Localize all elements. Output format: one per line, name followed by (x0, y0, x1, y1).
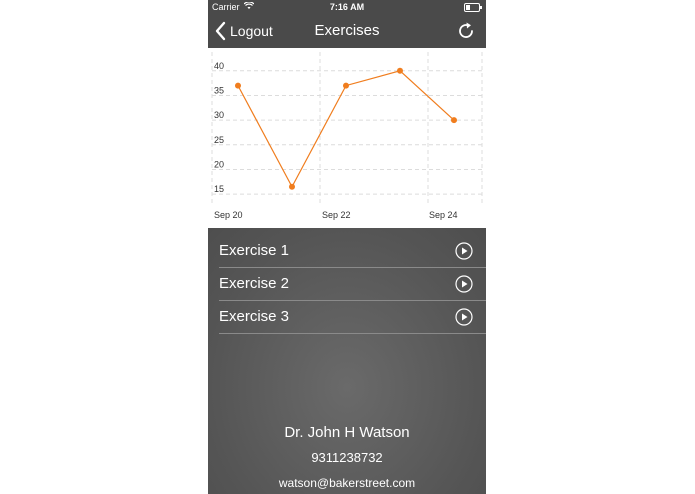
navigation-bar: Logout Exercises (208, 14, 486, 48)
battery-icon (464, 3, 482, 12)
logout-button[interactable]: Logout (214, 20, 273, 42)
exercise-row-2[interactable]: Exercise 2 (219, 268, 486, 301)
profile-email[interactable]: watson@bakerstreet.com (208, 476, 486, 490)
exercise-label: Exercise 1 (219, 242, 290, 259)
exercise-label: Exercise 3 (219, 308, 290, 325)
data-point (343, 82, 349, 89)
y-tick-label: 40 (214, 61, 224, 71)
y-tick-label: 35 (214, 85, 224, 95)
exercise-list-panel: Exercise 1 Exercise 2 Exercise 3 Dr. Joh… (208, 228, 486, 494)
x-tick-label: Sep 24 (429, 210, 458, 220)
profile-phone: 9311238732 (311, 450, 383, 465)
play-icon[interactable] (455, 308, 473, 326)
refresh-icon[interactable] (456, 21, 476, 41)
chart-area: 15 20 25 30 35 40 Sep 20 Sep 22 Sep 24 (208, 48, 486, 228)
data-point (397, 67, 403, 74)
status-time: 7:16 AM (329, 2, 365, 12)
status-bar: Carrier 7:16 AM (208, 0, 486, 14)
data-point (235, 82, 241, 89)
x-tick-label: Sep 22 (322, 210, 351, 220)
x-tick-label: Sep 20 (214, 210, 243, 220)
data-point (451, 117, 457, 124)
y-tick-label: 20 (214, 159, 224, 169)
exercise-row-1[interactable]: Exercise 1 (219, 235, 486, 268)
exercise-line-chart: 15 20 25 30 35 40 Sep 20 Sep 22 Sep 24 (211, 52, 483, 220)
play-icon[interactable] (455, 275, 473, 293)
phone-screen: Carrier 7:16 AM Logout Exercises 15 20 25 3… (208, 0, 486, 494)
y-tick-label: 30 (214, 110, 224, 120)
logout-label: Logout (230, 23, 273, 39)
exercise-row-3[interactable]: Exercise 3 (219, 301, 486, 334)
y-tick-label: 25 (214, 135, 224, 145)
y-tick-label: 15 (214, 184, 224, 194)
data-point (289, 183, 295, 190)
play-icon[interactable] (455, 242, 473, 260)
chevron-left-icon (215, 21, 226, 41)
exercise-label: Exercise 2 (219, 275, 290, 292)
profile-name: Dr. John H Watson (284, 424, 410, 441)
